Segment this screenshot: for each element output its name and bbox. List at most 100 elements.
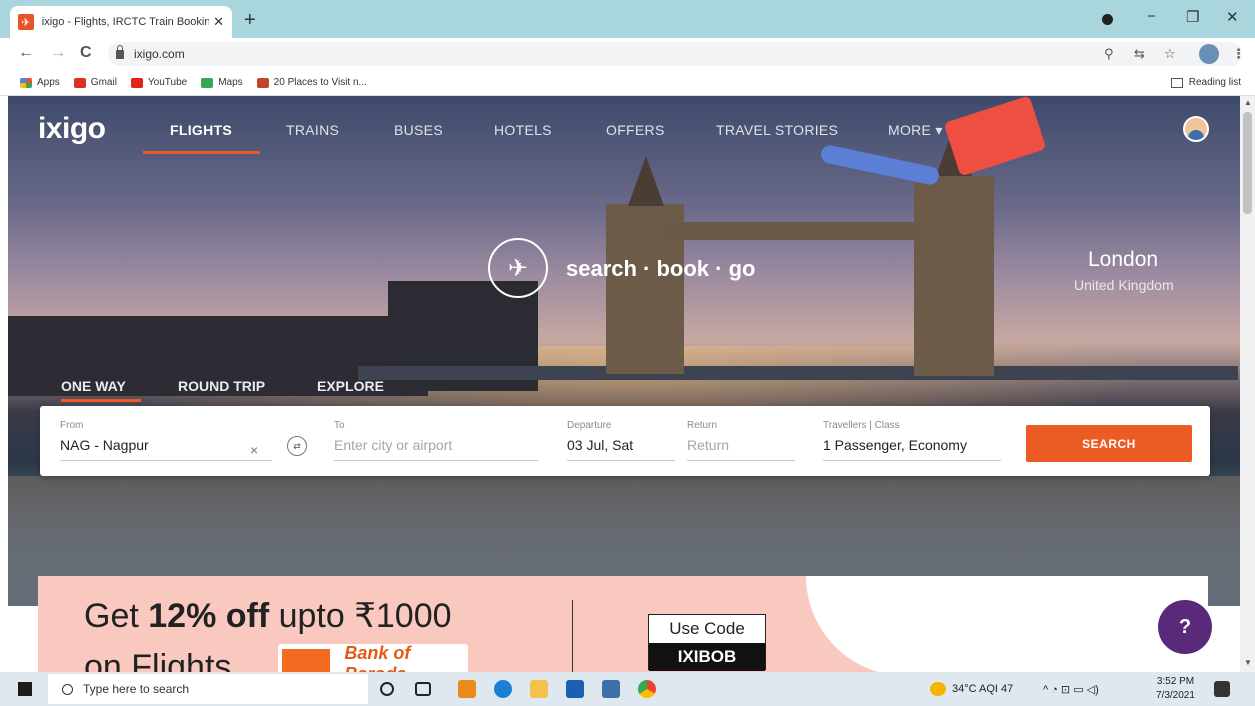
nav-buses[interactable]: BUSES [394,122,443,138]
site-header: ixigo FLIGHTS TRAINS BUSES HOTELS OFFERS… [8,96,1240,156]
from-value: NAG - Nagpur [60,437,149,453]
bookmark-gmail[interactable]: Gmail [73,77,117,88]
to-field[interactable]: To [334,420,534,455]
tab-search-icon[interactable] [1102,14,1113,25]
search-button[interactable]: SEARCH [1026,425,1192,462]
sublime-text-icon[interactable] [458,680,476,698]
location-icon[interactable]: ⚲ [1104,46,1114,62]
maps-icon [201,77,214,88]
lock-icon[interactable] [116,44,124,59]
departure-underline [567,460,675,461]
system-tray-icons[interactable]: ^ ◔ ⊡ ▭ ◁) [1043,683,1099,696]
active-nav-underline [143,151,260,154]
tab-explore[interactable]: EXPLORE [317,378,384,394]
new-tab-button[interactable]: + [244,9,256,32]
tab-close-icon[interactable]: ✕ [213,14,224,30]
departure-label: Departure [567,420,612,431]
photos-icon[interactable] [602,680,620,698]
bridge-tower-right [914,176,994,376]
nav-travel-stories[interactable]: TRAVEL STORIES [716,122,838,138]
nav-trains[interactable]: TRAINS [286,122,339,138]
to-label: To [334,420,345,431]
page-scrollbar[interactable]: ▲ ▼ [1240,96,1255,672]
browser-menu-icon[interactable]: ⋮ [1232,46,1245,62]
bookmark-maps[interactable]: Maps [201,77,243,88]
windows-start-icon[interactable] [18,682,32,696]
travellers-underline [823,460,1001,461]
from-field[interactable]: From NAG - Nagpur [60,420,149,453]
promo-divider [572,600,573,672]
taskbar-search[interactable]: Type here to search [48,674,368,704]
clear-from-icon[interactable]: × [250,442,258,458]
weather-icon[interactable] [930,682,946,696]
url-text: ixigo.com [134,47,185,61]
travellers-label: Travellers | Class [823,420,900,431]
cortana-icon[interactable] [380,682,394,696]
destination-city: London [1088,248,1159,271]
forward-button[interactable]: → [50,44,66,62]
plane-cloud-icon: ✈ [488,238,548,298]
mail-icon[interactable] [566,680,584,698]
weather-text[interactable]: 34°C AQI 47 [952,683,1013,695]
site-favicon-icon [256,77,269,88]
swap-icon[interactable]: ⇄ [287,436,307,456]
tab-title: ixigo - Flights, IRCTC Train Bookin [41,16,210,28]
minimize-button[interactable]: − [1147,8,1156,25]
search-icon [62,683,73,695]
nav-offers[interactable]: OFFERS [606,122,665,138]
coupon-code-box: Use Code IXIBOB [648,614,766,671]
help-chat-button[interactable]: ? [1158,600,1212,654]
clock-time: 3:52 PM [1156,676,1195,687]
coupon-code: IXIBOB [649,643,765,671]
file-explorer-icon[interactable] [530,680,548,698]
web-page: ixigo FLIGHTS TRAINS BUSES HOTELS OFFERS… [0,96,1240,672]
to-input[interactable] [334,437,534,453]
departure-value: 03 Jul, Sat [567,437,634,453]
ixigo-logo[interactable]: ixigo [38,112,106,146]
scroll-up-icon[interactable]: ▲ [1244,98,1252,107]
nav-flights[interactable]: FLIGHTS [170,122,232,138]
travellers-field[interactable]: Travellers | Class 1 Passenger, Economy [823,420,967,453]
maximize-button[interactable]: ❐ [1186,8,1199,26]
scroll-down-icon[interactable]: ▼ [1244,658,1252,667]
reading-list-button[interactable]: Reading list [1170,77,1241,88]
tab-round-trip[interactable]: ROUND TRIP [178,378,265,394]
return-input[interactable] [687,437,787,453]
tab-one-way[interactable]: ONE WAY [61,378,126,394]
bank-of-baroda-logo-icon [282,649,331,672]
departure-field[interactable]: Departure 03 Jul, Sat [567,420,633,453]
back-button[interactable]: ← [18,44,34,62]
edge-icon[interactable] [494,680,512,698]
promo-text-post: upto ₹1000 [269,597,452,635]
promo-discount: 12% off [148,597,270,635]
promo-headline: Get 12% off upto ₹1000 [84,596,452,636]
flight-search-form: From NAG - Nagpur × ⇄ To Departure 03 Ju… [40,406,1210,476]
return-field[interactable]: Return [687,420,787,455]
travellers-value: 1 Passenger, Economy [823,437,967,453]
browser-tab[interactable]: ✈ ixigo - Flights, IRCTC Train Bookin ✕ [10,6,232,38]
bookmark-youtube[interactable]: YouTube [130,77,187,88]
destination-country: United Kingdom [1074,277,1174,293]
scroll-thumb[interactable] [1243,112,1252,214]
translate-icon[interactable]: ⇆ [1134,46,1145,62]
nav-more[interactable]: MORE ▾ [888,122,943,139]
close-window-button[interactable]: ✕ [1226,8,1239,26]
chrome-icon[interactable] [638,680,656,698]
reload-button[interactable]: C [80,44,92,62]
user-avatar[interactable] [1183,116,1209,142]
bookmark-apps[interactable]: Apps [20,77,60,88]
hero-tagline: search · book · go [566,256,756,281]
browser-profile-avatar[interactable] [1199,44,1219,64]
nav-hotels[interactable]: HOTELS [494,122,552,138]
notifications-icon[interactable] [1214,681,1230,697]
address-bar[interactable]: ixigo.com [108,42,1242,66]
from-underline [60,460,272,461]
bookmark-star-icon[interactable]: ☆ [1164,46,1176,62]
tower-spire-left [628,156,664,206]
promo-banner[interactable]: Get 12% off upto ₹1000 on Flights Bank o… [38,576,1208,672]
coupon-label: Use Code [669,619,745,638]
bookmark-20-places[interactable]: 20 Places to Visit n... [256,77,367,88]
system-clock[interactable]: 3:52 PM 7/3/2021 [1156,675,1195,703]
promo-subline: on Flights [84,648,232,672]
task-view-icon[interactable] [415,682,431,696]
